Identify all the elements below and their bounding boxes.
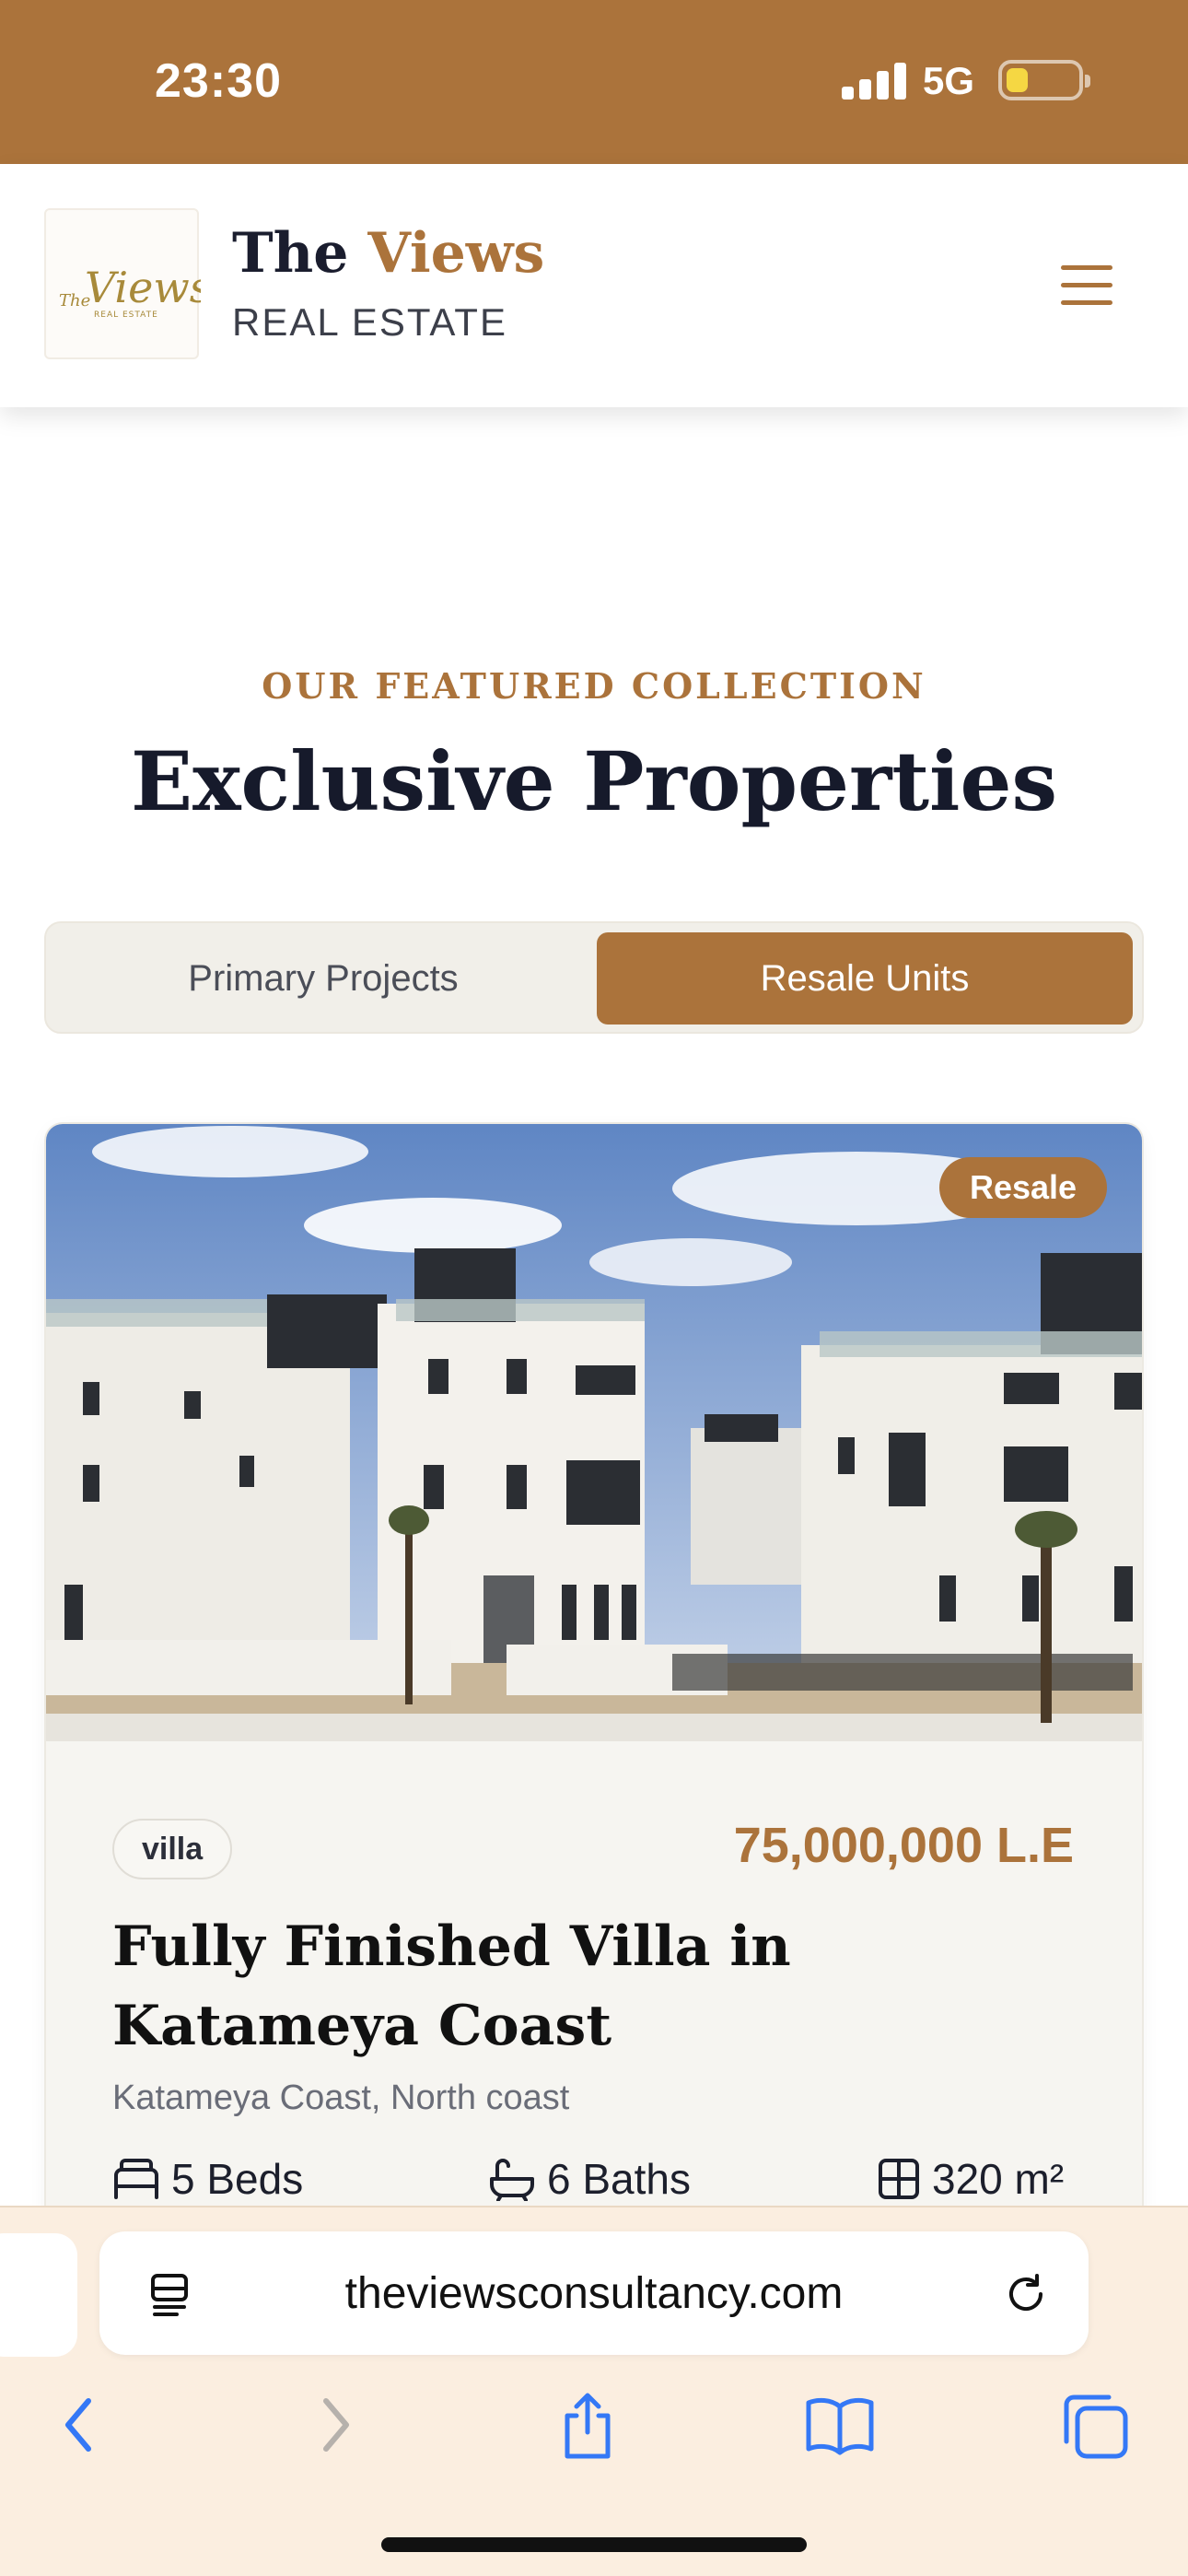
svg-text:Views: Views: [85, 263, 201, 312]
signal-icon: [842, 59, 906, 100]
property-type-pill: villa: [112, 1819, 233, 1879]
svg-text:REAL ESTATE: REAL ESTATE: [94, 310, 158, 320]
back-icon[interactable]: [57, 2392, 101, 2458]
baths-feature: 6 Baths: [488, 2154, 691, 2204]
listing-type-toggle: Primary Projects Resale Units: [44, 921, 1144, 1034]
forward-icon[interactable]: [313, 2392, 357, 2458]
tab-resale-units[interactable]: Resale Units: [597, 932, 1133, 1025]
status-bar: 23:30 5G: [0, 0, 1188, 164]
section-title: Exclusive Properties: [131, 733, 1057, 829]
area-feature: 320 m²: [877, 2154, 1064, 2204]
property-title[interactable]: Fully Finished Villa in Katameya Coast: [112, 1907, 1079, 2066]
tabs-icon[interactable]: [1059, 2392, 1131, 2462]
beds-feature: 5 Beds: [112, 2154, 303, 2204]
site-header: The Views REAL ESTATE The Views REAL EST…: [0, 164, 1188, 407]
tab-primary-projects[interactable]: Primary Projects: [55, 932, 591, 1025]
bookmarks-icon[interactable]: [803, 2392, 877, 2458]
brand-title[interactable]: The Views: [232, 221, 544, 286]
share-icon[interactable]: [554, 2392, 621, 2462]
baths-label: 6 Baths: [547, 2155, 691, 2203]
browser-nav-row: [0, 2392, 1188, 2493]
bed-icon: [114, 2159, 158, 2199]
browser-toolbar: theviewsconsultancy.com: [0, 2206, 1188, 2576]
bath-icon: [490, 2159, 534, 2201]
logo-mark: The Views REAL ESTATE: [59, 263, 201, 320]
property-price: 75,000,000 L.E: [733, 1818, 1074, 1873]
reload-icon[interactable]: [1002, 2270, 1050, 2318]
site-logo[interactable]: The Views REAL ESTATE: [44, 208, 201, 359]
brand-title-accent: Views: [367, 221, 545, 286]
brand-title-prefix: The: [232, 221, 349, 286]
network-label: 5G: [923, 59, 975, 102]
status-time: 23:30: [155, 54, 282, 108]
previous-tab-preview[interactable]: [0, 2233, 77, 2357]
resale-badge: Resale: [939, 1157, 1107, 1218]
beds-label: 5 Beds: [171, 2155, 304, 2203]
home-indicator: [381, 2537, 807, 2552]
area-label: 320 m²: [932, 2155, 1065, 2203]
area-grid-icon: [879, 2159, 919, 2199]
section-eyebrow: OUR FEATURED COLLECTION: [262, 665, 926, 707]
battery-icon: [998, 60, 1090, 100]
address-bar[interactable]: theviewsconsultancy.com: [99, 2231, 1089, 2355]
brand-subtitle: REAL ESTATE: [232, 300, 507, 344]
hamburger-menu-icon[interactable]: [1061, 265, 1112, 306]
property-location: Katameya Coast, North coast: [112, 2078, 570, 2117]
url-text[interactable]: theviewsconsultancy.com: [99, 2231, 1089, 2355]
